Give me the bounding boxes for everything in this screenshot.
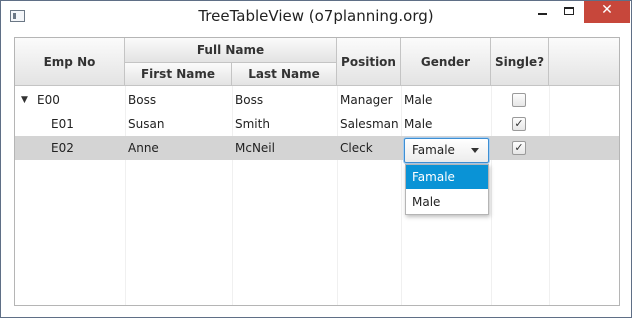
tree-table-view[interactable]: Emp No Full Name First Name Last Name Po… xyxy=(14,37,620,306)
table-row[interactable]: E01 Susan Smith Salesman Male ✓ xyxy=(15,112,619,136)
cell-last-name: Smith xyxy=(235,117,270,131)
gender-option-famale[interactable]: Famale xyxy=(406,165,488,189)
cell-emp-no: E01 xyxy=(51,117,74,131)
gender-dropdown-list[interactable]: Famale Male xyxy=(405,164,489,215)
cell-emp-no: E02 xyxy=(51,141,74,155)
close-icon: ✕ xyxy=(601,2,613,18)
close-button[interactable]: ✕ xyxy=(584,1,630,23)
gender-combo-value: Famale xyxy=(412,143,455,157)
cell-last-name: Boss xyxy=(235,93,264,107)
gender-combo-box[interactable]: Famale xyxy=(404,138,489,163)
minimize-icon xyxy=(538,13,547,15)
minimize-button[interactable] xyxy=(529,1,555,23)
header-position[interactable]: Position xyxy=(337,38,401,86)
cell-position: Manager xyxy=(340,93,393,107)
header-emp-no[interactable]: Emp No xyxy=(15,38,125,86)
header-full-name-group: Full Name xyxy=(125,38,337,63)
gender-option-male[interactable]: Male xyxy=(406,190,488,214)
header-gender[interactable]: Gender xyxy=(401,38,491,86)
header-filler xyxy=(549,38,619,86)
table-row-selected[interactable]: E02 Anne McNeil Cleck ✓ xyxy=(15,136,619,160)
table-row[interactable]: ▼ E00 Boss Boss Manager Male xyxy=(15,88,619,112)
single-checkbox[interactable]: ✓ xyxy=(512,117,526,131)
header-last-name[interactable]: Last Name xyxy=(232,63,337,86)
cell-first-name: Anne xyxy=(128,141,159,155)
cell-last-name: McNeil xyxy=(235,141,275,155)
cell-position: Cleck xyxy=(340,141,373,155)
maximize-icon xyxy=(564,7,574,15)
cell-gender: Male xyxy=(404,117,433,131)
title-bar[interactable]: TreeTableView (o7planning.org) ✕ xyxy=(1,1,631,31)
cell-gender: Male xyxy=(404,93,433,107)
cell-first-name: Susan xyxy=(128,117,165,131)
cell-first-name: Boss xyxy=(128,93,157,107)
header-single[interactable]: Single? xyxy=(491,38,549,86)
dropdown-arrow-icon[interactable] xyxy=(471,148,479,153)
single-checkbox[interactable] xyxy=(512,93,526,107)
cell-position: Salesman xyxy=(340,117,399,131)
maximize-button[interactable] xyxy=(555,1,581,23)
cell-emp-no: E00 xyxy=(37,93,60,107)
single-checkbox[interactable]: ✓ xyxy=(512,141,526,155)
disclosure-triangle-icon[interactable]: ▼ xyxy=(21,88,28,112)
header-first-name[interactable]: First Name xyxy=(125,63,232,86)
app-window: TreeTableView (o7planning.org) ✕ Emp No … xyxy=(0,0,632,318)
